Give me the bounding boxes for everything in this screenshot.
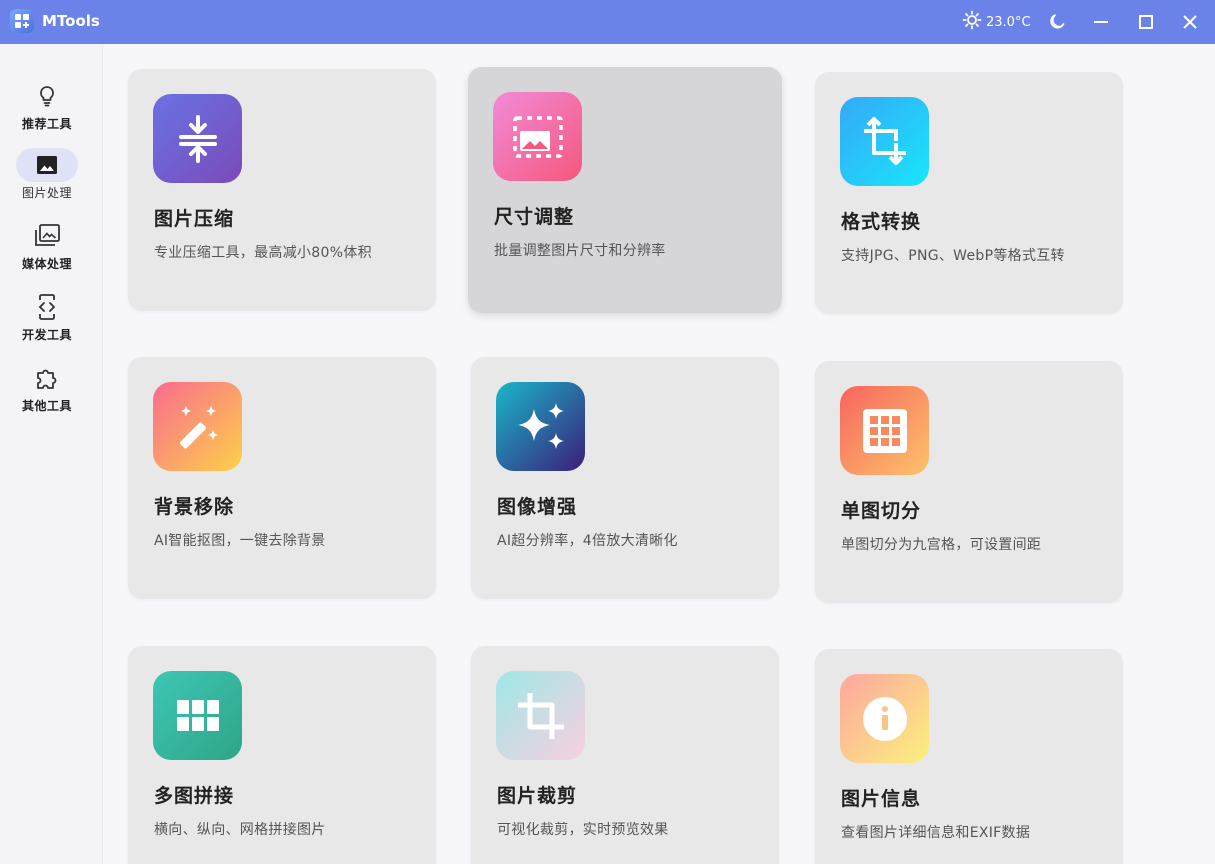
card-title: 背景移除 [154,496,235,518]
sparkles-icon [496,382,585,471]
card-description: AI超分辨率，4倍放大清晰化 [497,533,678,549]
card-title: 格式转换 [841,211,922,233]
tool-card-compress[interactable]: 图片压缩 专业压缩工具，最高减小80%体积 [128,69,436,311]
card-description: 单图切分为九宫格，可设置间距 [841,537,1042,553]
card-description: 专业压缩工具，最高减小80%体积 [154,245,372,261]
sidebar-item-label: 其他工具 [21,399,72,413]
theme-toggle-button[interactable] [1043,8,1071,36]
weather-widget[interactable]: 23.0°C [962,10,1031,34]
minimize-icon [1094,21,1108,23]
sidebar-item-label: 推荐工具 [21,117,72,131]
card-title: 图像增强 [497,496,578,518]
card-title: 图片压缩 [154,208,235,230]
maximize-button[interactable] [1132,8,1160,36]
image-icon [37,156,57,174]
tool-card-info[interactable]: 图片信息 查看图片详细信息和EXIF数据 [815,649,1123,864]
card-title: 图片信息 [841,788,922,810]
grid-icon [840,386,929,475]
puzzle-icon [37,369,57,389]
tool-card-resize[interactable]: 尺寸调整 批量调整图片尺寸和分辨率 [468,67,782,313]
tiles-icon [153,671,242,760]
crop-rotate-icon [840,97,929,186]
minimize-button[interactable] [1087,8,1115,36]
card-title: 尺寸调整 [494,206,575,228]
code-device-icon [38,294,56,320]
tool-card-split[interactable]: 单图切分 单图切分为九宫格，可设置间距 [815,361,1123,603]
tool-card-convert[interactable]: 格式转换 支持JPG、PNG、WebP等格式互转 [815,72,1123,314]
sidebar-item-recommended[interactable]: 推荐工具 [0,79,94,139]
title-bar: MTools 23.0°C [0,0,1215,44]
sidebar-item-dev[interactable]: 开发工具 [0,290,94,350]
card-title: 多图拼接 [154,785,235,807]
sidebar-item-other[interactable]: 其他工具 [0,361,94,421]
tool-card-enhance[interactable]: 图像增强 AI超分辨率，4倍放大清晰化 [471,357,779,599]
sidebar-item-label: 图片处理 [21,186,72,200]
sidebar-item-label: 开发工具 [21,328,72,342]
card-title: 图片裁剪 [497,785,578,807]
sidebar-item-image[interactable]: 图片处理 [0,148,94,208]
card-description: 可视化裁剪，实时预览效果 [497,822,669,838]
card-description: 横向、纵向、网格拼接图片 [154,822,326,838]
close-icon [1183,15,1197,29]
card-description: 支持JPG、PNG、WebP等格式互转 [841,248,1065,264]
card-description: 查看图片详细信息和EXIF数据 [841,825,1031,841]
maximize-icon [1139,15,1153,29]
sidebar: 推荐工具 图片处理 媒体处理 开发工具 其他工具 [0,44,103,864]
resize-icon [493,92,582,181]
card-title: 单图切分 [841,500,922,522]
info-icon [840,674,929,763]
weather-temperature: 23.0°C [986,14,1031,30]
photo-library-icon [35,224,60,246]
card-description: 批量调整图片尺寸和分辨率 [494,243,666,259]
tool-card-bg-remove[interactable]: 背景移除 AI智能抠图，一键去除背景 [128,357,436,599]
sidebar-item-media[interactable]: 媒体处理 [0,219,94,279]
lightbulb-icon [40,86,54,107]
compress-icon [153,94,242,183]
moon-icon [1050,14,1065,29]
card-description: AI智能抠图，一键去除背景 [154,533,326,549]
app-logo-icon [10,9,34,33]
app-title: MTools [42,12,100,30]
crop-icon [496,671,585,760]
close-button[interactable] [1176,8,1204,36]
magic-wand-icon [153,382,242,471]
tool-card-crop[interactable]: 图片裁剪 可视化裁剪，实时预览效果 [471,646,779,864]
sidebar-item-label: 媒体处理 [21,257,72,271]
sun-icon [962,10,982,34]
tool-card-stitch[interactable]: 多图拼接 横向、纵向、网格拼接图片 [128,646,436,864]
